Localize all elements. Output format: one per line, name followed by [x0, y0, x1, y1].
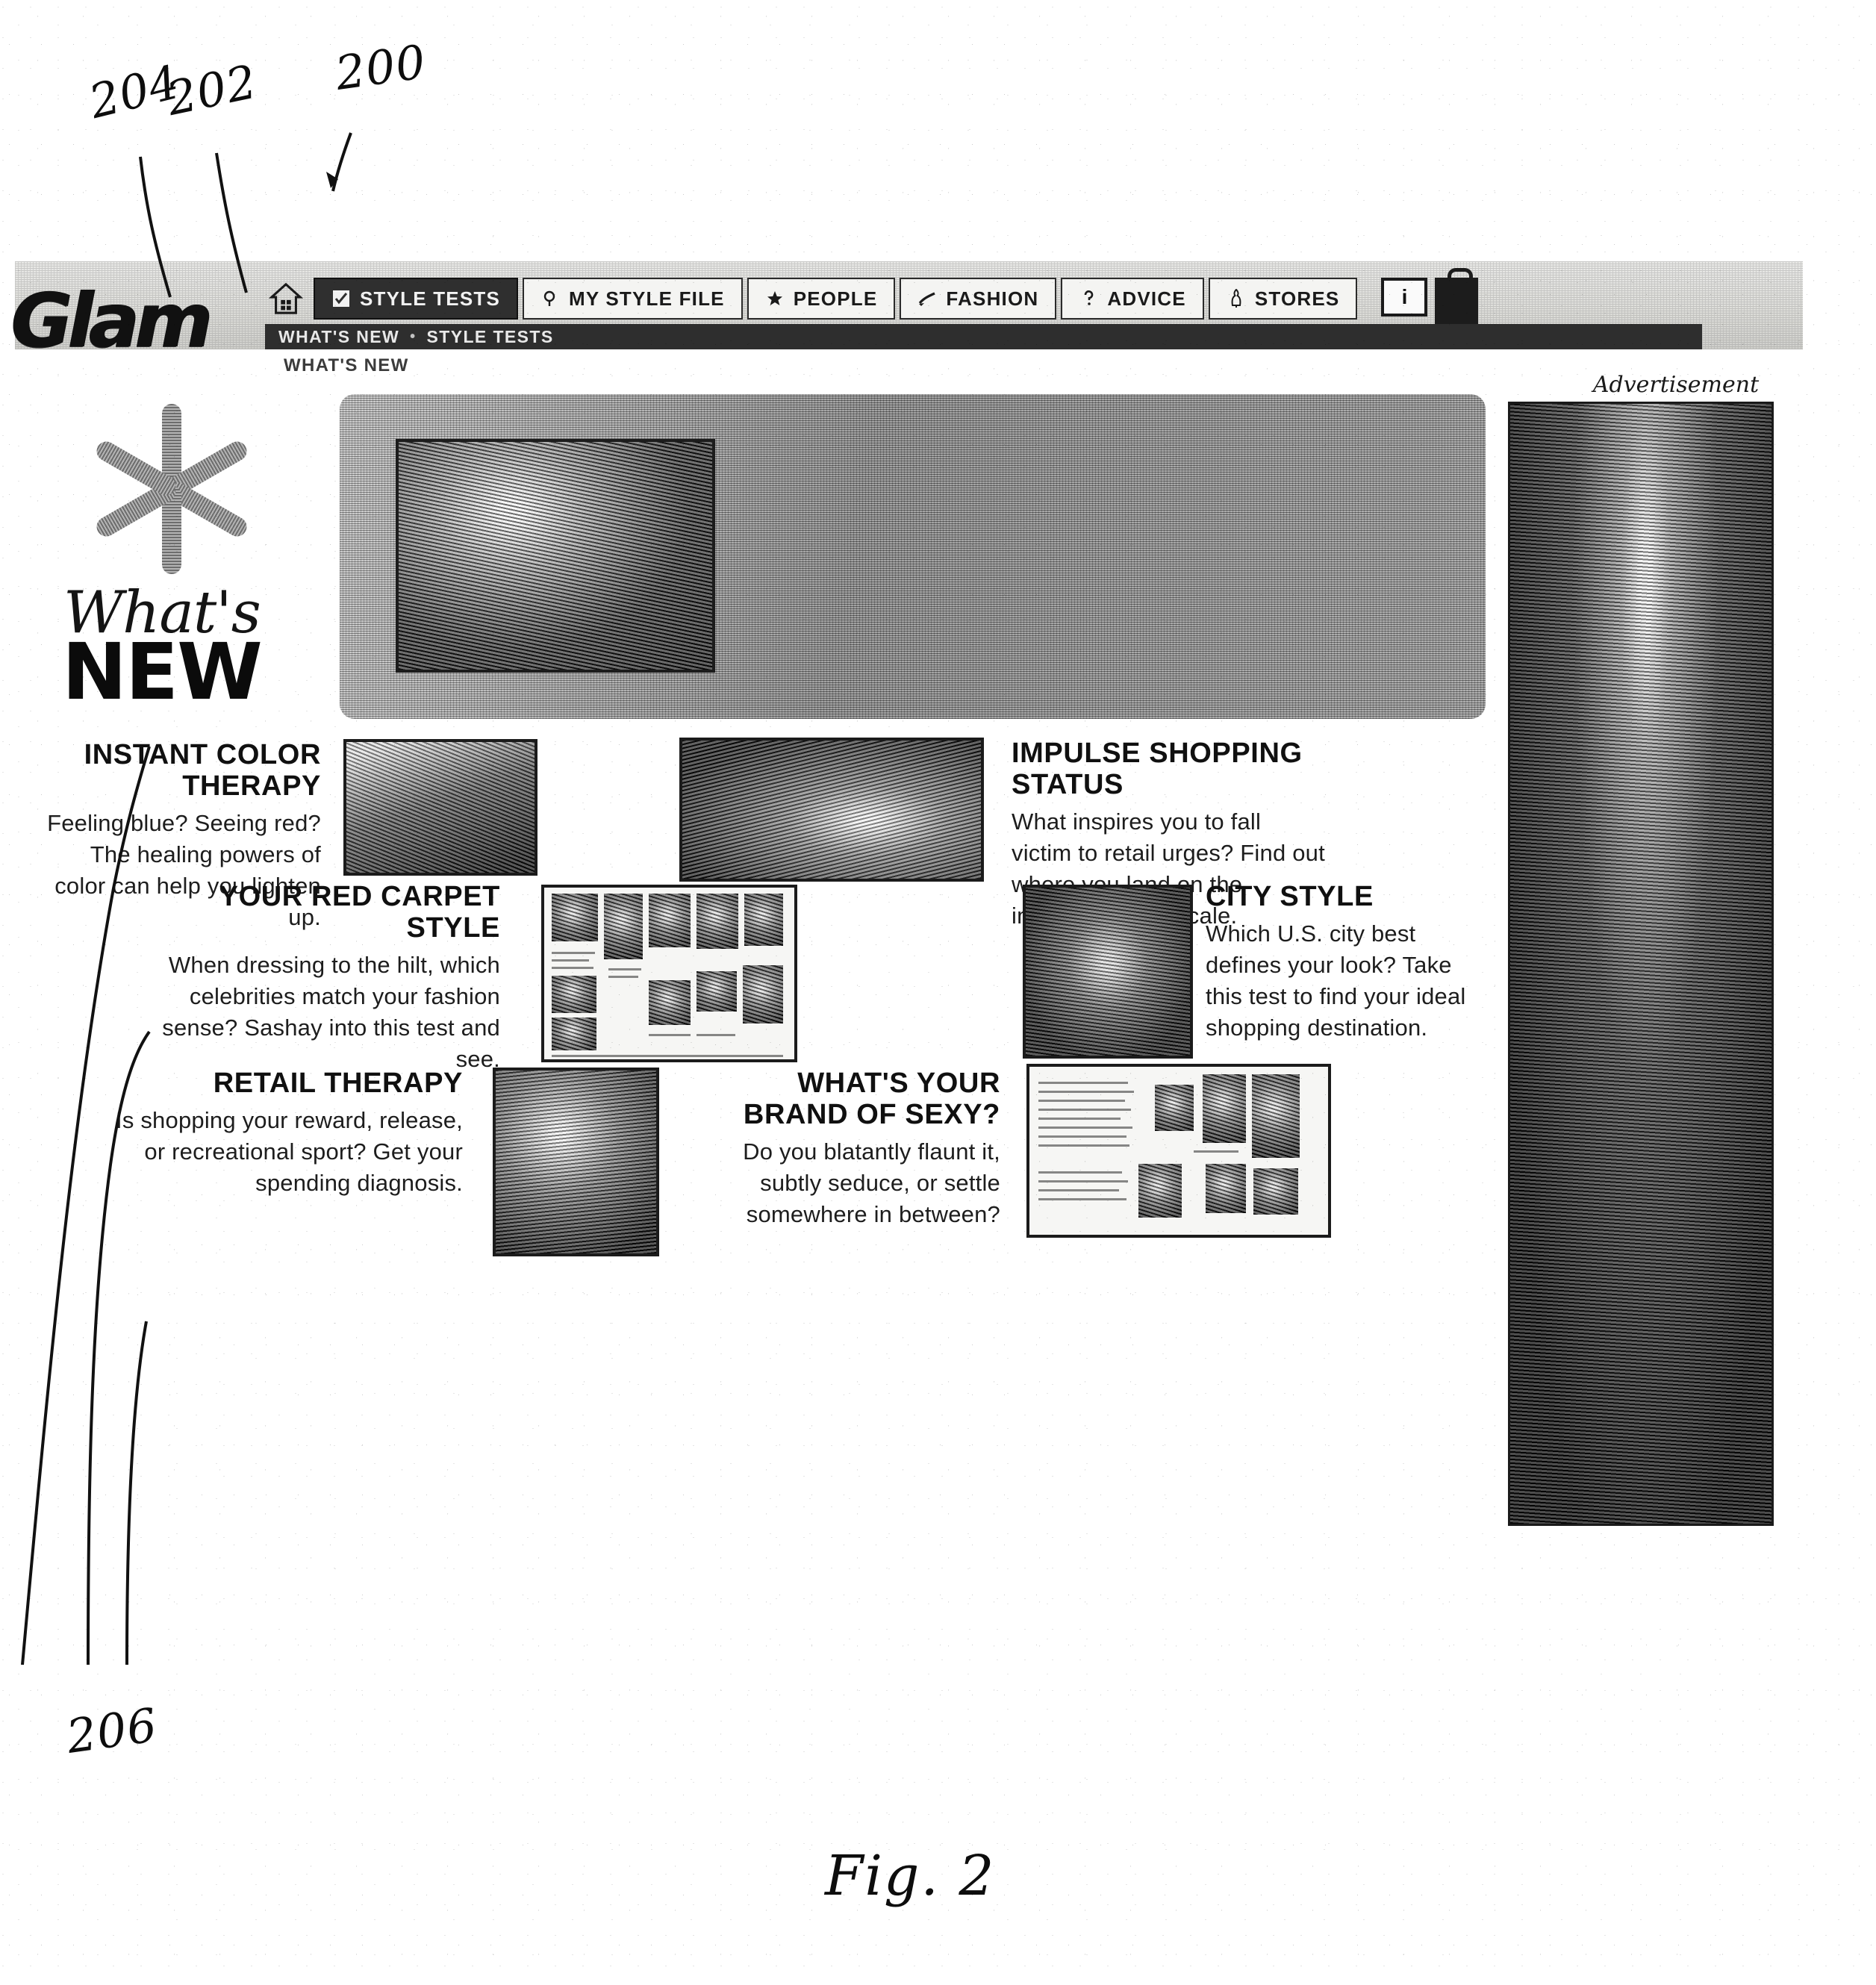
- nav-tab-label: PEOPLE: [793, 287, 878, 310]
- article-whats-your-brand-of-sexy[interactable]: WHAT'S YOUR BRAND OF SEXY? Do you blatan…: [691, 1068, 1000, 1230]
- hero-banner[interactable]: [340, 394, 1486, 719]
- breadcrumb-item-style-tests[interactable]: STYLE TESTS: [427, 327, 554, 347]
- site-logo[interactable]: Glam: [10, 284, 212, 358]
- star-icon: [765, 289, 785, 308]
- article-title: YOUR RED CARPET STYLE: [219, 881, 500, 944]
- article-title: WHAT'S YOUR BRAND OF SEXY?: [743, 1068, 1000, 1130]
- article-title: INSTANT COLOR THERAPY: [84, 739, 321, 802]
- article-title: RETAIL THERAPY: [213, 1068, 463, 1099]
- thumb-color-swatch[interactable]: [343, 739, 537, 876]
- breadcrumb-separator: •: [410, 328, 417, 345]
- article-body: When dressing to the hilt, which celebri…: [162, 952, 500, 1072]
- callout-206: 206: [63, 1697, 161, 1764]
- dress-form-icon: [1227, 289, 1246, 308]
- section-label: WHAT'S NEW: [284, 355, 409, 376]
- thumb-handbag[interactable]: [679, 738, 984, 882]
- thumb-woman-lying[interactable]: [493, 1068, 659, 1256]
- nav-tab-label: ADVICE: [1107, 287, 1186, 310]
- glam-website-page: Glam STYLE TESTS MY STYLE FILE PEOPLE FA…: [10, 261, 1803, 1672]
- checkbox-icon: [331, 289, 351, 308]
- promo-bold-word: NEW: [62, 626, 263, 717]
- nav-tab-label: FASHION: [946, 287, 1039, 310]
- article-your-red-carpet-style[interactable]: YOUR RED CARPET STYLE When dressing to t…: [142, 881, 500, 1075]
- article-retail-therapy[interactable]: RETAIL THERAPY Is shopping your reward, …: [90, 1068, 463, 1199]
- whats-new-promo: What's NEW: [56, 403, 302, 717]
- thumb-collage[interactable]: [1026, 1064, 1331, 1238]
- nav-tab-people[interactable]: PEOPLE: [747, 278, 896, 320]
- asterisk-flower-icon: [63, 403, 280, 575]
- shopping-bag-icon[interactable]: [1435, 268, 1479, 324]
- breadcrumb-item-whats-new[interactable]: WHAT'S NEW: [278, 327, 399, 347]
- article-title: CITY STYLE: [1206, 881, 1374, 912]
- search-icon: [540, 289, 560, 308]
- nav-tab-style-tests[interactable]: STYLE TESTS: [314, 278, 519, 320]
- info-button[interactable]: i: [1381, 278, 1428, 317]
- thumb-magazine-spread[interactable]: [541, 885, 797, 1062]
- article-body: Is shopping your reward, release, or rec…: [116, 1107, 463, 1196]
- figure-caption: Fig. 2: [825, 1844, 996, 1908]
- nav-tab-label: STORES: [1254, 287, 1340, 310]
- main-navigation: STYLE TESTS MY STYLE FILE PEOPLE FASHION…: [314, 268, 1479, 324]
- article-body: Which U.S. city best defines your look? …: [1206, 920, 1466, 1041]
- nav-tab-stores[interactable]: STORES: [1208, 278, 1358, 320]
- breadcrumb: WHAT'S NEW • STYLE TESTS: [265, 324, 1702, 349]
- callout-202: 202: [161, 54, 262, 126]
- advertisement-banner[interactable]: [1508, 402, 1774, 1526]
- home-icon[interactable]: [265, 278, 307, 320]
- question-icon: [1079, 289, 1098, 308]
- advertisement-label: Advertisement: [1592, 372, 1760, 398]
- callout-200: 200: [331, 34, 430, 101]
- hero-image[interactable]: [396, 439, 715, 673]
- hanger-icon: [917, 289, 937, 308]
- nav-tab-label: MY STYLE FILE: [569, 287, 725, 310]
- article-body: Do you blatantly flaunt it, subtly seduc…: [743, 1138, 1000, 1227]
- nav-tab-advice[interactable]: ADVICE: [1061, 278, 1204, 320]
- page-content: What's NEW INSTANT COLOR THERAPY Feeling…: [15, 372, 1803, 1657]
- nav-tab-label: STYLE TESTS: [360, 287, 501, 310]
- nav-tab-my-style-file[interactable]: MY STYLE FILE: [523, 278, 743, 320]
- article-title: IMPULSE SHOPPING STATUS: [1012, 738, 1303, 800]
- article-city-style[interactable]: CITY STYLE Which U.S. city best defines …: [1206, 881, 1486, 1044]
- thumb-city-skyline[interactable]: [1023, 885, 1193, 1059]
- nav-tab-fashion[interactable]: FASHION: [900, 278, 1057, 320]
